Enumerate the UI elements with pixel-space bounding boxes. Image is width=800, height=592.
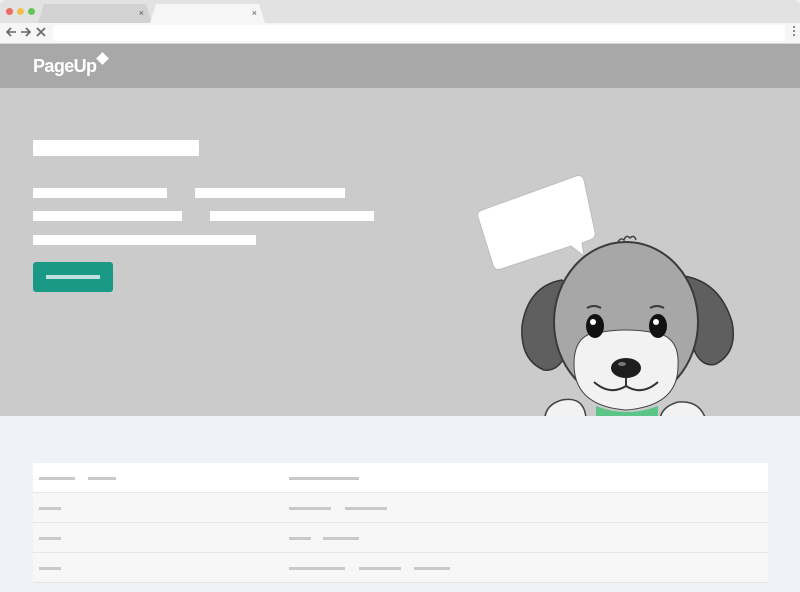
stop-icon[interactable] [34,25,48,39]
cell-placeholder [39,537,61,540]
cell-placeholder [345,507,387,510]
address-bar[interactable] [53,25,785,41]
tab-close-icon[interactable]: × [252,7,257,19]
tab-strip: × × [0,0,800,23]
table-row[interactable] [33,493,768,523]
browser-window: × × PageUp [0,0,800,592]
forward-arrow-icon[interactable] [19,25,33,39]
cell-placeholder [359,567,401,570]
pageup-logo[interactable]: PageUp [33,56,97,77]
menu-dots-icon[interactable] [792,26,796,40]
text-line-placeholder [33,235,256,245]
hero-section [0,88,800,436]
dog-mascot-illustration [477,175,734,436]
hero-title-placeholder [33,140,199,156]
header-cell-placeholder [39,477,75,480]
table-row[interactable] [33,553,768,583]
cell-placeholder [289,567,345,570]
header-cell-placeholder [88,477,116,480]
cell-placeholder [289,507,331,510]
header-cell-placeholder [289,477,359,480]
logo-diamond-icon [96,52,109,65]
maximize-window-button[interactable] [28,8,35,15]
content-section [0,416,800,592]
text-line-placeholder [33,188,167,198]
cell-placeholder [323,537,359,540]
back-arrow-icon[interactable] [4,25,18,39]
text-line-placeholder [210,211,374,221]
close-window-button[interactable] [6,8,13,15]
cta-button-label [46,275,100,279]
cell-placeholder [39,507,61,510]
table-row[interactable] [33,523,768,553]
tab-active[interactable]: × [150,4,265,23]
cell-placeholder [414,567,450,570]
text-line-placeholder [195,188,345,198]
minimize-window-button[interactable] [17,8,24,15]
browser-toolbar [0,23,800,44]
site-header: PageUp [0,44,800,88]
tab-inactive[interactable]: × [38,4,152,23]
table-header-row [33,463,768,493]
cta-button[interactable] [33,262,113,292]
cell-placeholder [39,567,61,570]
data-table [33,463,768,583]
cell-placeholder [289,537,311,540]
text-line-placeholder [33,211,182,221]
speech-bubble-icon [477,175,596,270]
tab-close-icon[interactable]: × [139,7,144,19]
